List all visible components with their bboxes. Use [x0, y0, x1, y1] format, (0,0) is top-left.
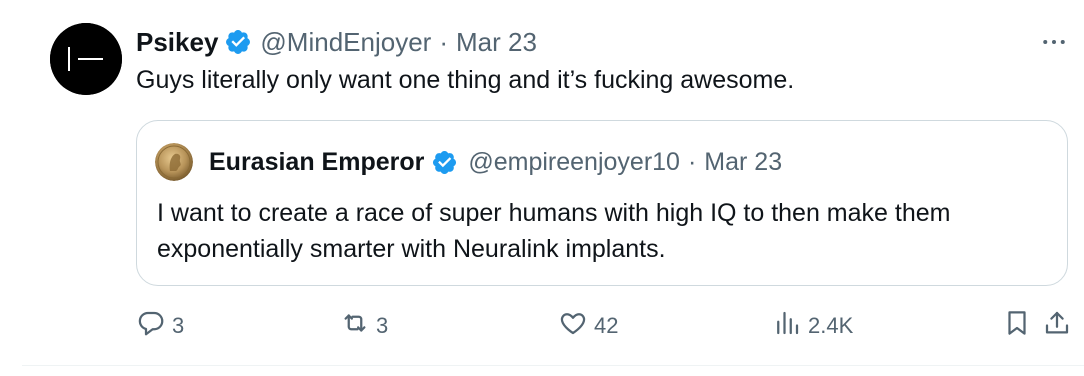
reply-button[interactable]: 3 [136, 306, 184, 346]
repost-icon [340, 308, 370, 344]
like-count: 42 [594, 313, 619, 338]
tweet[interactable]: Psikey @MindEnjoyer · Mar 23 Guys litera… [22, 0, 1084, 366]
separator-dot: · [687, 147, 697, 176]
tweet-date[interactable]: Mar 23 [456, 27, 537, 58]
repost-button[interactable]: 3 [340, 306, 388, 346]
separator-dot: · [439, 26, 448, 57]
reply-icon [136, 308, 166, 344]
share-button[interactable] [1042, 306, 1072, 346]
quoted-avatar[interactable] [155, 143, 193, 181]
author-name[interactable]: Psikey [136, 27, 218, 58]
quoted-author-name[interactable]: Eurasian Emperor [209, 148, 424, 177]
tweet-header: Psikey @MindEnjoyer · Mar 23 [136, 24, 537, 60]
reply-count: 3 [172, 313, 185, 338]
verified-badge-icon [224, 28, 252, 56]
action-bar: 3 3 42 2.4K [136, 306, 1076, 346]
quoted-text-line: I want to create a race of super humans … [157, 199, 951, 227]
quoted-tweet-date[interactable]: Mar 23 [704, 148, 782, 177]
bookmark-button[interactable] [1002, 306, 1032, 346]
quoted-author-handle[interactable]: @empireenjoyer10 [468, 148, 680, 177]
verified-badge-icon [431, 149, 458, 176]
more-icon[interactable] [1034, 26, 1074, 58]
tweet-text: Guys literally only want one thing and i… [136, 66, 795, 94]
bookmark-icon [1002, 308, 1032, 344]
avatar[interactable] [50, 23, 122, 95]
view-count: 2.4K [808, 313, 854, 338]
like-button[interactable]: 42 [558, 306, 618, 346]
share-icon [1042, 308, 1072, 344]
heart-icon [558, 308, 588, 344]
quoted-text-line: exponentially smarter with Neuralink imp… [157, 235, 666, 263]
views-button[interactable]: 2.4K [772, 306, 853, 346]
quoted-tweet[interactable]: Eurasian Emperor @empireenjoyer10 · Mar … [136, 120, 1068, 286]
views-icon [772, 308, 802, 344]
author-handle[interactable]: @MindEnjoyer [260, 27, 431, 58]
quoted-header: Eurasian Emperor @empireenjoyer10 · Mar … [209, 145, 782, 179]
repost-count: 3 [376, 313, 389, 338]
quoted-tweet-text: I want to create a race of super humans … [157, 195, 950, 267]
